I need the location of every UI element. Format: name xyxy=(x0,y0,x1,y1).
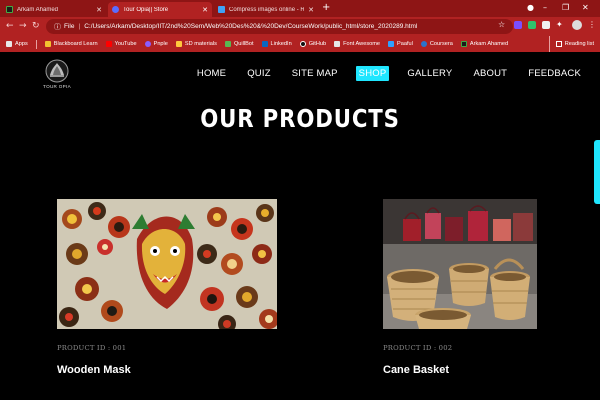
back-icon[interactable]: ← xyxy=(6,20,14,32)
profile-avatar[interactable] xyxy=(572,20,582,30)
bookmark-pnple[interactable]: Pnple xyxy=(144,41,168,47)
page-title: OUR PRODUCTS xyxy=(200,104,400,133)
tab-favicon-icon xyxy=(6,6,13,13)
extension-1-icon[interactable] xyxy=(514,21,522,29)
address-separator: | xyxy=(78,23,81,30)
browser-toolbar: ← → ↻ ⓘ File | C:/Users/Arkam/Desktop/II… xyxy=(0,17,600,36)
youtube-icon xyxy=(105,41,112,47)
coursera-icon xyxy=(420,41,427,47)
nav-feedback[interactable]: FEEDBACK xyxy=(525,66,584,81)
bookmark-arkam[interactable]: Arkam Ahamed xyxy=(460,41,509,47)
cane-baskets-image xyxy=(383,199,537,329)
product-name[interactable]: Wooden Mask xyxy=(57,364,277,376)
bookmark-blackboard[interactable]: Blackboard Learn xyxy=(44,41,98,47)
linkedin-icon xyxy=(261,41,268,47)
info-icon: ⓘ xyxy=(54,23,61,31)
reading-list-label: Reading list xyxy=(564,41,594,47)
bookmark-sd-materials[interactable]: SD materials xyxy=(175,41,217,47)
bookmark-label: YouTube xyxy=(114,41,137,47)
tab-close-icon[interactable]: ✕ xyxy=(96,6,102,14)
nav-gallery[interactable]: GALLERY xyxy=(404,66,455,81)
bookmark-label: GitHub xyxy=(308,41,327,47)
tab-close-icon[interactable]: ✕ xyxy=(308,6,314,14)
logo-text: TOUR OPIA xyxy=(43,84,71,89)
bookmark-label: Blackboard Learn xyxy=(53,41,98,47)
browser-tab-3[interactable]: Compress images online - Redu ✕ xyxy=(214,2,318,17)
product-card[interactable]: PRODUCT ID : 001 Wooden Mask xyxy=(57,199,277,376)
bookmark-github[interactable]: GitHub xyxy=(299,41,327,47)
bookmark-label: Coursera xyxy=(429,41,453,47)
folder-icon xyxy=(175,41,182,47)
bookmark-label: QuillBot xyxy=(233,41,254,47)
bookmark-youtube[interactable]: YouTube xyxy=(105,41,137,47)
tab-favicon-icon xyxy=(112,6,119,13)
wooden-masks-image xyxy=(57,199,277,329)
reload-icon[interactable]: ↻ xyxy=(32,20,40,32)
nav-home[interactable]: HOME xyxy=(194,66,229,81)
nav-quiz[interactable]: QUIZ xyxy=(244,66,274,81)
main-nav: HOME QUIZ SITE MAP SHOP GALLERY ABOUT FE… xyxy=(179,66,584,81)
url-text: C:/Users/Arkam/Desktop/IIT/2nd%20Sem/Web… xyxy=(84,23,418,30)
page-viewport: TOUR OPIA HOME QUIZ SITE MAP SHOP GALLER… xyxy=(0,52,600,400)
forward-icon[interactable]: → xyxy=(19,20,27,32)
product-id: PRODUCT ID : 001 xyxy=(57,344,127,352)
tab-title: Tour Opia|| Store xyxy=(123,6,169,13)
lotus-logo-icon xyxy=(45,59,69,83)
bookmark-quillbot[interactable]: QuillBot xyxy=(224,41,254,47)
bookmark-label: SD materials xyxy=(184,41,217,47)
pnple-icon xyxy=(144,41,151,47)
apps-grid-icon xyxy=(6,41,12,47)
bookmarks-bar: Apps Blackboard Learn YouTube Pnple SD m… xyxy=(0,36,600,52)
blackboard-icon xyxy=(44,41,51,47)
nav-site-map[interactable]: SITE MAP xyxy=(289,66,341,81)
reading-list[interactable]: Reading list xyxy=(548,36,594,52)
bookmark-apps[interactable]: Apps xyxy=(6,41,28,47)
tab-favicon-icon xyxy=(218,6,225,13)
paaful-icon xyxy=(388,41,395,47)
bookmark-label: Apps xyxy=(15,41,28,47)
extension-3-icon[interactable] xyxy=(542,21,550,29)
bookmark-label: Font Awesome xyxy=(343,41,381,47)
bookmark-label: Paaful xyxy=(397,41,413,47)
browser-menu-icon[interactable]: ⋮ xyxy=(588,20,596,29)
record-icon[interactable]: ● xyxy=(527,2,534,14)
tab-title: Arkam Ahamed xyxy=(17,6,59,13)
browser-tab-2[interactable]: Tour Opia|| Store ✕ xyxy=(108,2,212,17)
bookmark-paaful[interactable]: Paaful xyxy=(388,41,413,47)
quillbot-icon xyxy=(224,41,231,47)
bookmark-coursera[interactable]: Coursera xyxy=(420,41,453,47)
bookmark-label: Arkam Ahamed xyxy=(469,41,509,47)
browser-tab-1[interactable]: Arkam Ahamed ✕ xyxy=(2,2,106,17)
close-window-icon[interactable]: ✕ xyxy=(582,2,589,14)
profile-favicon-icon xyxy=(460,41,467,47)
bookmark-label: LinkedIn xyxy=(270,41,292,47)
nav-shop[interactable]: SHOP xyxy=(355,66,390,81)
scroll-to-top-tab[interactable] xyxy=(594,140,600,204)
extensions-puzzle-icon[interactable]: ✦ xyxy=(556,21,564,29)
product-name[interactable]: Cane Basket xyxy=(383,364,537,376)
bookmark-linkedin[interactable]: LinkedIn xyxy=(261,41,292,47)
tab-close-icon[interactable]: ✕ xyxy=(202,6,208,14)
product-image-cane-basket[interactable] xyxy=(383,199,537,329)
reading-list-icon xyxy=(555,41,562,47)
github-icon xyxy=(299,41,306,47)
new-tab-icon[interactable]: + xyxy=(322,2,330,14)
minimize-icon[interactable]: – xyxy=(543,2,547,14)
scheme-label: File xyxy=(64,23,75,30)
bookmark-label: Pnple xyxy=(153,41,168,47)
extension-2-icon[interactable] xyxy=(528,21,536,29)
browser-tab-bar: Arkam Ahamed ✕ Tour Opia|| Store ✕ Compr… xyxy=(0,0,600,17)
flag-icon xyxy=(334,41,341,47)
nav-about[interactable]: ABOUT xyxy=(470,66,510,81)
site-logo[interactable]: TOUR OPIA xyxy=(40,58,74,96)
maximize-icon[interactable]: ❐ xyxy=(562,2,569,14)
bookmark-font-awesome[interactable]: Font Awesome xyxy=(334,41,380,47)
bookmark-divider xyxy=(35,39,37,49)
bookmark-star-icon[interactable]: ☆ xyxy=(498,20,505,29)
product-image-wooden-mask[interactable] xyxy=(57,199,277,329)
product-card[interactable]: PRODUCT ID : 002 Cane Basket xyxy=(383,199,537,376)
product-id: PRODUCT ID : 002 xyxy=(383,344,453,352)
tab-title: Compress images online - Redu xyxy=(229,6,305,13)
address-bar[interactable]: ⓘ File | C:/Users/Arkam/Desktop/IIT/2nd%… xyxy=(46,19,513,34)
